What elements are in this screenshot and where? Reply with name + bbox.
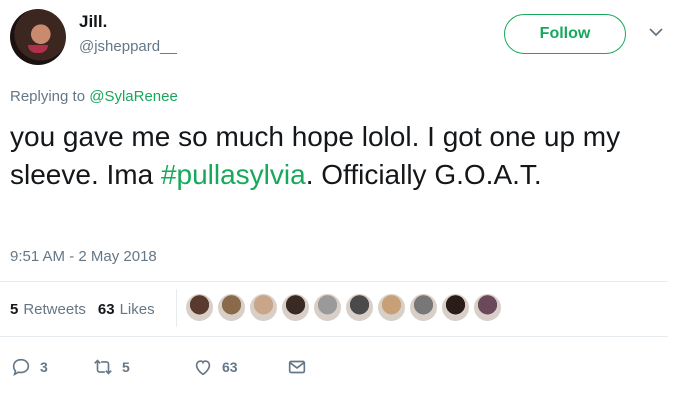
retweet-icon bbox=[94, 359, 112, 375]
retweets-count: 5 bbox=[10, 301, 19, 318]
envelope-icon bbox=[288, 360, 306, 374]
liker-avatar[interactable] bbox=[250, 294, 277, 321]
tweet-text: you gave me so much hope lolol. I got on… bbox=[10, 118, 670, 194]
likers-avatars bbox=[186, 294, 501, 321]
retweets-stat[interactable]: 5 Retweets bbox=[10, 301, 86, 318]
reply-action[interactable]: 3 bbox=[10, 356, 92, 378]
like-action[interactable]: 63 bbox=[192, 356, 286, 378]
liker-avatar[interactable] bbox=[186, 294, 213, 321]
reply-mention-link[interactable]: @SylaRenee bbox=[89, 88, 178, 105]
reply-icon bbox=[12, 358, 30, 377]
divider bbox=[0, 281, 668, 282]
tweet-stats: 5 Retweets 63 Likes bbox=[10, 301, 167, 318]
direct-message-action[interactable] bbox=[286, 356, 308, 378]
likes-stat[interactable]: 63 Likes bbox=[98, 301, 155, 318]
tweet-actions: 3 5 63 bbox=[10, 356, 308, 378]
chevron-down-icon[interactable] bbox=[648, 26, 664, 38]
tweet-text-part-2: . Officially G.O.A.T. bbox=[305, 159, 542, 190]
liker-avatar[interactable] bbox=[218, 294, 245, 321]
hashtag-link[interactable]: #pullasylvia bbox=[161, 159, 306, 190]
liker-avatar[interactable] bbox=[474, 294, 501, 321]
author-avatar[interactable] bbox=[10, 9, 66, 65]
retweets-label: Retweets bbox=[23, 301, 86, 318]
liker-avatar[interactable] bbox=[378, 294, 405, 321]
retweet-count: 5 bbox=[122, 359, 130, 375]
replying-to-prefix: Replying to bbox=[10, 88, 90, 105]
liker-avatar[interactable] bbox=[442, 294, 469, 321]
liker-avatar[interactable] bbox=[346, 294, 373, 321]
divider bbox=[0, 336, 668, 337]
liker-avatar[interactable] bbox=[282, 294, 309, 321]
follow-button[interactable]: Follow bbox=[504, 14, 626, 54]
retweet-action[interactable]: 5 bbox=[92, 356, 192, 378]
author-name[interactable]: Jill. bbox=[79, 12, 107, 32]
heart-icon bbox=[195, 360, 211, 376]
stats-separator bbox=[176, 289, 177, 327]
likes-count: 63 bbox=[97, 301, 115, 318]
tweet-timestamp[interactable]: 9:51 AM - 2 May 2018 bbox=[10, 248, 157, 265]
liker-avatar[interactable] bbox=[314, 294, 341, 321]
likes-label: Likes bbox=[119, 301, 155, 318]
replying-to: Replying to @SylaRenee bbox=[10, 88, 178, 105]
author-handle[interactable]: @jsheppard__ bbox=[79, 38, 177, 55]
like-count: 63 bbox=[222, 359, 238, 375]
liker-avatar[interactable] bbox=[410, 294, 437, 321]
reply-count: 3 bbox=[40, 359, 48, 375]
